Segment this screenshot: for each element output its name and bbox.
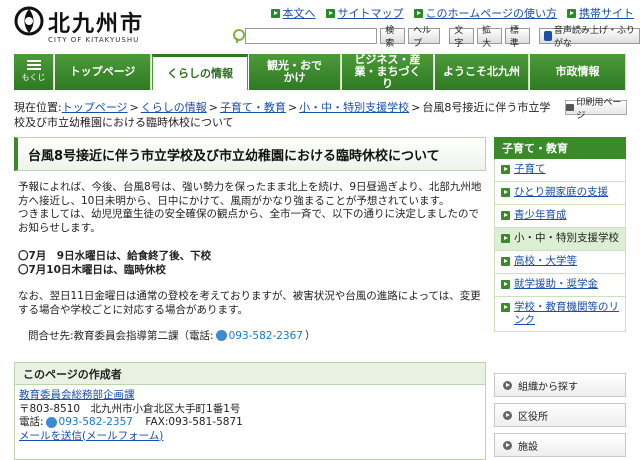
- breadcrumb: 現在位置:トップページ > くらしの情報 > 子育て・教育 > 小・中・特別支援学校 > 台風8…: [14, 101, 551, 129]
- arrow-icon: [270, 8, 280, 18]
- arrow-icon: [501, 188, 510, 197]
- contact-line: 問合せ先:教育委員会指導第二課（電話: 093-582-2367 ）: [28, 329, 316, 343]
- arrow-circle-icon: [503, 440, 512, 450]
- arrow-circle-icon: [503, 380, 512, 390]
- site-header: 北九州市 CITY OF KITAKYUSHU 本文へ サイトマップ このホーム…: [0, 0, 640, 50]
- sidebar-item-links[interactable]: 学校・教育機関等のリンク: [494, 297, 626, 332]
- ward-office-button[interactable]: 区役所: [494, 403, 626, 427]
- breadcrumb-link[interactable]: 子育て・教育: [220, 101, 286, 114]
- hamburger-icon: [26, 60, 41, 70]
- speaker-icon: [543, 31, 552, 41]
- standard-text-button[interactable]: 標準: [504, 26, 530, 49]
- global-nav: もくじ トップページ くらしの情報 観光・おでかけ ビジネス・産業・まちづくり …: [14, 54, 626, 90]
- arrow-circle-icon: [503, 410, 512, 420]
- nav-business[interactable]: ビジネス・産業・まちづくり: [342, 54, 434, 90]
- arrow-icon: [501, 165, 510, 174]
- sidebar-item-childcare[interactable]: 子育て: [494, 159, 626, 182]
- arrow-icon: [501, 211, 510, 220]
- author-dept-link[interactable]: 教育委員会総務部企画課: [19, 389, 135, 403]
- nav-tourism[interactable]: 観光・おでかけ: [249, 54, 341, 90]
- article-body: 予報によれば、今後、台風8号は、強い勢力を保ったまま北上を続け、9日昼過ぎより、…: [18, 181, 482, 235]
- link-mobile-site[interactable]: 携帯サイト: [567, 6, 634, 20]
- city-logo[interactable]: 北九州市 CITY OF KITAKYUSHU: [14, 6, 164, 46]
- arrow-icon: [501, 234, 510, 243]
- phone-icon: [215, 330, 227, 341]
- sidebar-item-schools[interactable]: 小・中・特別支援学校: [494, 228, 626, 251]
- sidebar-heading: 子育て・教育: [494, 137, 626, 159]
- breadcrumb-link[interactable]: くらしの情報: [141, 101, 207, 114]
- link-skip-to-content[interactable]: 本文へ: [270, 6, 316, 20]
- arrow-icon: [501, 303, 510, 312]
- nav-city-info[interactable]: 市政情報: [530, 54, 626, 90]
- arrow-icon: [501, 257, 510, 266]
- author-fax: FAX:093-581-5871: [134, 416, 243, 428]
- sidebar-item-single-parent[interactable]: ひとり親家庭の支援: [494, 182, 626, 205]
- nav-top-page[interactable]: トップページ: [55, 54, 151, 90]
- mail-form-link[interactable]: メールを送信(メールフォーム): [19, 430, 163, 444]
- article-paragraph: つきましては、幼児児童生徒の安全確保の観点から、全市一斉で、以下の通りに決定しま…: [18, 208, 480, 234]
- notice-line: 〇7月10日木曜日は、臨時休校: [18, 264, 166, 276]
- link-how-to-use[interactable]: このホームページの使い方: [413, 6, 557, 20]
- search-bar: 検索 ヘルプ 文字 拡大 標準 音声読み上げ・ふりがな: [232, 26, 640, 49]
- sidebar-item-scholarship[interactable]: 就学援助・奨学金: [494, 274, 626, 297]
- enlarge-text-button[interactable]: 拡大: [477, 26, 502, 49]
- arrow-icon: [567, 8, 576, 18]
- author-box: このページの作成者 教育委員会総務部企画課 〒803-8510 北九州市小倉北区…: [14, 362, 486, 460]
- contact-phone-link[interactable]: 093-582-2367: [229, 330, 303, 342]
- sidebar-list: 子育て ひとり親家庭の支援 青少年育成 小・中・特別支援学校 高校・大学等 就学…: [494, 159, 626, 332]
- breadcrumb-link[interactable]: トップページ: [62, 101, 128, 114]
- nav-menu[interactable]: もくじ: [14, 54, 54, 90]
- sidebar-item-high-school[interactable]: 高校・大学等: [494, 251, 626, 274]
- author-phone-link[interactable]: 093-582-2357: [59, 416, 133, 430]
- page-title: 台風8号接近に伴う市立学校及び市立幼稚園における臨時休校について: [14, 137, 486, 171]
- phone-icon: [45, 417, 57, 429]
- search-input[interactable]: [245, 28, 378, 44]
- nav-welcome[interactable]: ようこそ北九州: [435, 54, 529, 90]
- sidebar-item-youth[interactable]: 青少年育成: [494, 205, 626, 228]
- logo-title: 北九州市: [48, 11, 145, 37]
- text-size-label: 文字: [449, 26, 475, 49]
- author-heading: このページの作成者: [15, 363, 485, 385]
- breadcrumb-link[interactable]: 小・中・特別支援学校: [299, 101, 409, 114]
- facilities-button[interactable]: 施設: [494, 433, 626, 457]
- city-emblem-icon: [14, 6, 44, 36]
- notice-line: 〇7月 9日水曜日は、給食終了後、下校: [18, 250, 212, 262]
- top-links: 本文へ サイトマップ このホームページの使い方 携帯サイト: [270, 6, 634, 20]
- logo-subtitle: CITY OF KITAKYUSHU: [48, 36, 140, 44]
- search-pin-icon: [232, 29, 246, 43]
- arrow-icon: [501, 280, 510, 289]
- nav-living-info[interactable]: くらしの情報: [152, 54, 248, 90]
- audio-furigana-button[interactable]: 音声読み上げ・ふりがな: [538, 26, 640, 49]
- link-sitemap[interactable]: サイトマップ: [325, 6, 404, 20]
- printer-icon: [566, 104, 575, 111]
- help-button[interactable]: ヘルプ: [408, 26, 441, 49]
- print-page-button[interactable]: 印刷用ページ: [565, 98, 627, 121]
- search-button[interactable]: 検索: [380, 26, 406, 49]
- article-paragraph: 予報によれば、今後、台風8号は、強い勢力を保ったまま北上を続け、9日昼過ぎより、…: [18, 181, 482, 207]
- find-by-organization-button[interactable]: 組織から探す: [494, 373, 626, 397]
- author-address: 〒803-8510 北九州市小倉北区大手町1番1号: [19, 402, 241, 415]
- closure-notice: 〇7月 9日水曜日は、給食終了後、下校 〇7月10日木曜日は、臨時休校: [18, 249, 482, 277]
- followup-text: なお、翌日11日金曜日は通常の登校を考えておりますが、被害状況や台風の進路によっ…: [18, 290, 481, 316]
- arrow-icon: [325, 8, 335, 18]
- arrow-icon: [413, 8, 423, 18]
